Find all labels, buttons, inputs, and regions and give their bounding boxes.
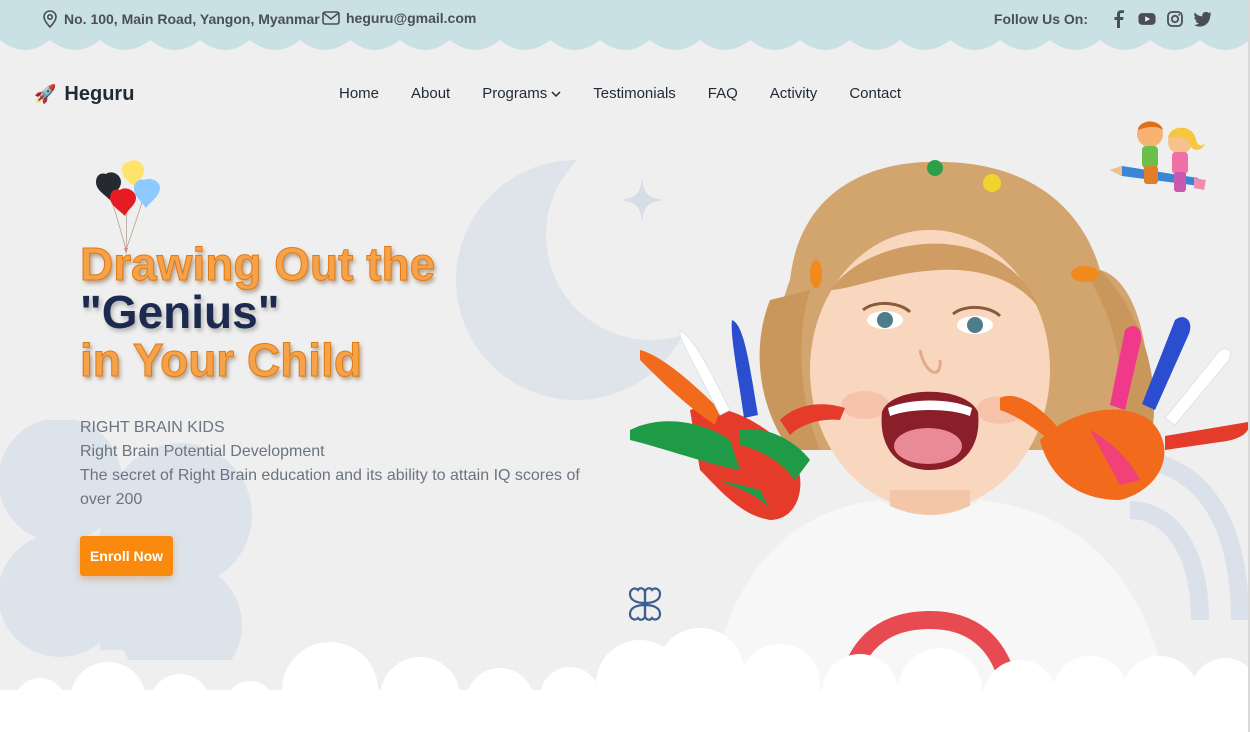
nav-home[interactable]: Home xyxy=(339,85,379,102)
mail-icon xyxy=(322,11,340,25)
main-nav: Home About Programs Testimonials FAQ Act… xyxy=(339,85,933,102)
social-links: Follow Us On: xyxy=(994,10,1212,28)
instagram-icon[interactable] xyxy=(1166,10,1184,28)
nav-programs-label: Programs xyxy=(482,85,548,102)
nav-programs[interactable]: Programs xyxy=(482,85,561,102)
topbar-scallop-edge xyxy=(0,30,1250,50)
address-text: No. 100, Main Road, Yangon, Myanmar xyxy=(64,11,320,27)
nav-testimonials[interactable]: Testimonials xyxy=(593,85,676,102)
address: No. 100, Main Road, Yangon, Myanmar xyxy=(42,10,320,28)
nav-contact[interactable]: Contact xyxy=(849,85,901,102)
hero-subtitle-2: Right Brain Potential Development xyxy=(80,443,325,460)
brand-logo[interactable]: 🚀 Heguru xyxy=(34,83,134,106)
nav-activity[interactable]: Activity xyxy=(770,85,818,102)
brand-name: Heguru xyxy=(64,83,135,105)
heart-balloons-illustration xyxy=(96,160,160,254)
email[interactable]: heguru@gmail.com xyxy=(322,10,476,26)
hero-title: Drawing Out the "Genius" in Your Child xyxy=(79,240,435,386)
clouds-decoration xyxy=(0,628,1250,732)
twitter-icon[interactable] xyxy=(1194,10,1212,28)
nav-faq[interactable]: FAQ xyxy=(708,85,738,102)
enroll-now-button[interactable]: Enroll Now xyxy=(80,536,173,576)
page: No. 100, Main Road, Yangon, Myanmar hegu… xyxy=(0,0,1250,732)
hero-title-line2: "Genius" xyxy=(80,286,280,338)
nav-about[interactable]: About xyxy=(411,85,450,102)
hero-subtitle-1: RIGHT BRAIN KIDS xyxy=(80,419,225,436)
chevron-down-icon xyxy=(551,90,561,97)
follow-label: Follow Us On: xyxy=(993,11,1088,27)
rocket-icon: 🚀 xyxy=(34,84,57,104)
facebook-icon[interactable] xyxy=(1110,10,1128,28)
email-text[interactable]: heguru@gmail.com xyxy=(346,10,476,26)
hero-description: The secret of Right Brain education and … xyxy=(80,467,580,508)
hero-title-line3: in Your Child xyxy=(79,334,362,386)
location-pin-icon xyxy=(43,10,57,28)
youtube-icon[interactable] xyxy=(1138,10,1156,28)
